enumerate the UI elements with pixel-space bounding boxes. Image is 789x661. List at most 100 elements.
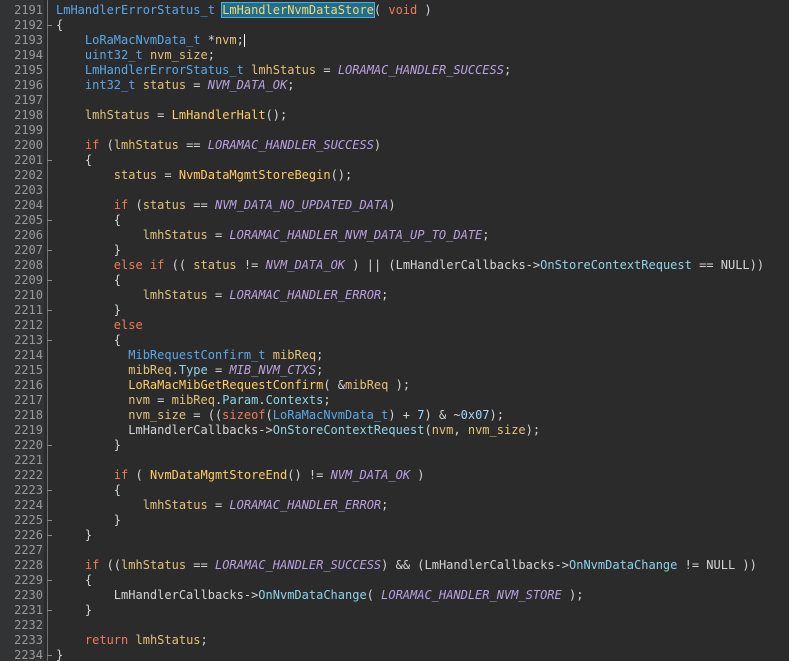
line-text: }: [56, 603, 92, 618]
code-line[interactable]: 2193 LoRaMacNvmData_t *nvm;: [0, 33, 789, 48]
code-token: ;: [381, 498, 389, 512]
code-token: void: [388, 3, 418, 17]
code-line[interactable]: 2198 lmhStatus = LmHandlerHalt();: [0, 108, 789, 123]
code-line[interactable]: 2229 {: [0, 573, 789, 588]
code-line[interactable]: 2202 status = NvmDataMgmtStoreBegin();: [0, 168, 789, 183]
code-token: LORAMAC_HANDLER_SUCCESS: [337, 63, 504, 77]
code-line[interactable]: 2228 if ((lmhStatus == LORAMAC_HANDLER_S…: [0, 558, 789, 573]
code-token: =: [207, 498, 230, 512]
code-token: (: [366, 588, 382, 602]
code-token: LmHandlerCallbacks->: [56, 423, 273, 437]
code-line[interactable]: 2191 LmHandlerErrorStatus_t LmHandlerNvmD…: [0, 2, 789, 18]
code-line[interactable]: 2230 LmHandlerCallbacks->OnNvmDataChange…: [0, 588, 789, 603]
code-token: );: [388, 378, 411, 392]
code-line[interactable]: 2215 mibReq.Type = MIB_NVM_CTXS;: [0, 363, 789, 378]
code-line[interactable]: 2210 lmhStatus = LORAMAC_HANDLER_ERROR;: [0, 288, 789, 303]
code-line[interactable]: 2213 {: [0, 333, 789, 348]
code-line[interactable]: 2204 if (status == NVM_DATA_NO_UPDATED_D…: [0, 198, 789, 213]
code-line[interactable]: 2197: [0, 93, 789, 108]
code-line[interactable]: 2231 }: [0, 603, 789, 618]
line-text: }: [56, 243, 121, 258]
line-text: LoRaMacNvmData_t *nvm;: [56, 33, 245, 48]
code-line[interactable]: 2226 }: [0, 528, 789, 543]
code-token: LORAMAC_HANDLER_NVM_STORE: [381, 588, 562, 602]
code-token: ): [373, 138, 382, 152]
code-token: () !=: [287, 468, 331, 482]
code-line[interactable]: 2216 LoRaMacMibGetRequestConfirm( &mibRe…: [0, 378, 789, 393]
line-number: 2194: [14, 48, 43, 62]
code-token: nvm: [214, 33, 237, 47]
code-token: LoRaMacNvmData_t: [84, 33, 201, 47]
code-line[interactable]: 2232: [0, 618, 789, 633]
code-line[interactable]: 2234}: [0, 648, 789, 661]
line-number: 2228: [14, 558, 43, 572]
code-line[interactable]: 2194 uint32_t nvm_size;: [0, 48, 789, 63]
code-token: status: [113, 168, 158, 182]
line-text: {: [56, 483, 121, 498]
line-number: 2219: [14, 423, 43, 437]
code-token: {: [56, 153, 93, 167]
line-number: 2229: [14, 573, 43, 587]
code-token: =: [316, 63, 338, 77]
line-text: }: [56, 438, 121, 453]
code-line[interactable]: 2207 }: [0, 243, 789, 258]
code-line[interactable]: 2212 else: [0, 318, 789, 333]
code-line[interactable]: 2195 LmHandlerErrorStatus_t lmhStatus = …: [0, 63, 789, 78]
code-line[interactable]: 2209 {: [0, 273, 789, 288]
code-line[interactable]: 2225 }: [0, 513, 789, 528]
line-number: 2215: [14, 363, 43, 377]
code-line[interactable]: 2219 LmHandlerCallbacks->OnStoreContextR…: [0, 423, 789, 438]
code-line[interactable]: 2211 }: [0, 303, 789, 318]
code-line[interactable]: 2196 int32_t status = NVM_DATA_OK;: [0, 78, 789, 93]
code-token: }: [56, 438, 122, 452]
line-text: {: [56, 213, 121, 228]
code-line[interactable]: 2223 {: [0, 483, 789, 498]
line-number: 2227: [14, 543, 43, 557]
code-token: ): [410, 468, 425, 482]
code-line[interactable]: 2200 if (lmhStatus == LORAMAC_HANDLER_SU…: [0, 138, 789, 153]
code-token: lmhStatus: [142, 288, 208, 302]
code-line[interactable]: 2222 if ( NvmDataMgmtStoreEnd() != NVM_D…: [0, 468, 789, 483]
code-line[interactable]: 2217 nvm = mibReq.Param.Contexts;: [0, 393, 789, 408]
code-token: ) && (LmHandlerCallbacks->: [381, 558, 569, 572]
code-token: );: [525, 423, 541, 437]
code-token: .: [171, 363, 179, 377]
code-line[interactable]: 2233 return lmhStatus;: [0, 633, 789, 648]
code-line[interactable]: 2221: [0, 453, 789, 468]
code-token: mibReq: [345, 378, 389, 392]
code-line[interactable]: 2214 MibRequestConfirm_t mibReq;: [0, 348, 789, 363]
code-token: LoRaMacNvmData_t: [272, 408, 389, 422]
code-token: ;: [200, 633, 208, 647]
code-line[interactable]: 2227: [0, 543, 789, 558]
code-line[interactable]: 2208 else if (( status != NVM_DATA_OK ) …: [0, 258, 789, 273]
code-line[interactable]: 2205 {: [0, 213, 789, 228]
code-token: =: [149, 108, 172, 122]
code-token: mibReq: [128, 363, 172, 377]
line-text: lmhStatus = LORAMAC_HANDLER_ERROR;: [56, 498, 389, 513]
code-line[interactable]: 2201 {: [0, 153, 789, 168]
code-token: LORAMAC_HANDLER_ERROR: [229, 288, 382, 302]
code-token: lmhStatus: [142, 228, 208, 242]
line-text: {: [56, 573, 92, 588]
code-token: ) +: [388, 408, 418, 422]
line-number: 2205: [14, 213, 43, 227]
code-line[interactable]: 2199: [0, 123, 789, 138]
code-line[interactable]: 2192 {: [0, 18, 789, 33]
line-number: 2224: [14, 498, 43, 512]
code-line[interactable]: 2203: [0, 183, 789, 198]
code-token: ==: [186, 198, 215, 212]
code-token: ((: [99, 558, 122, 572]
code-line[interactable]: 2224 lmhStatus = LORAMAC_HANDLER_ERROR;: [0, 498, 789, 513]
code-editor[interactable]: 2191 LmHandlerErrorStatus_t LmHandlerNvmD…: [0, 0, 789, 661]
code-line[interactable]: 2220 }: [0, 438, 789, 453]
code-token: {: [56, 573, 93, 587]
code-line[interactable]: 2218 nvm_size = ((sizeof(LoRaMacNvmData_…: [0, 408, 789, 423]
code-line[interactable]: 2206 lmhStatus = LORAMAC_HANDLER_NVM_DAT…: [0, 228, 789, 243]
